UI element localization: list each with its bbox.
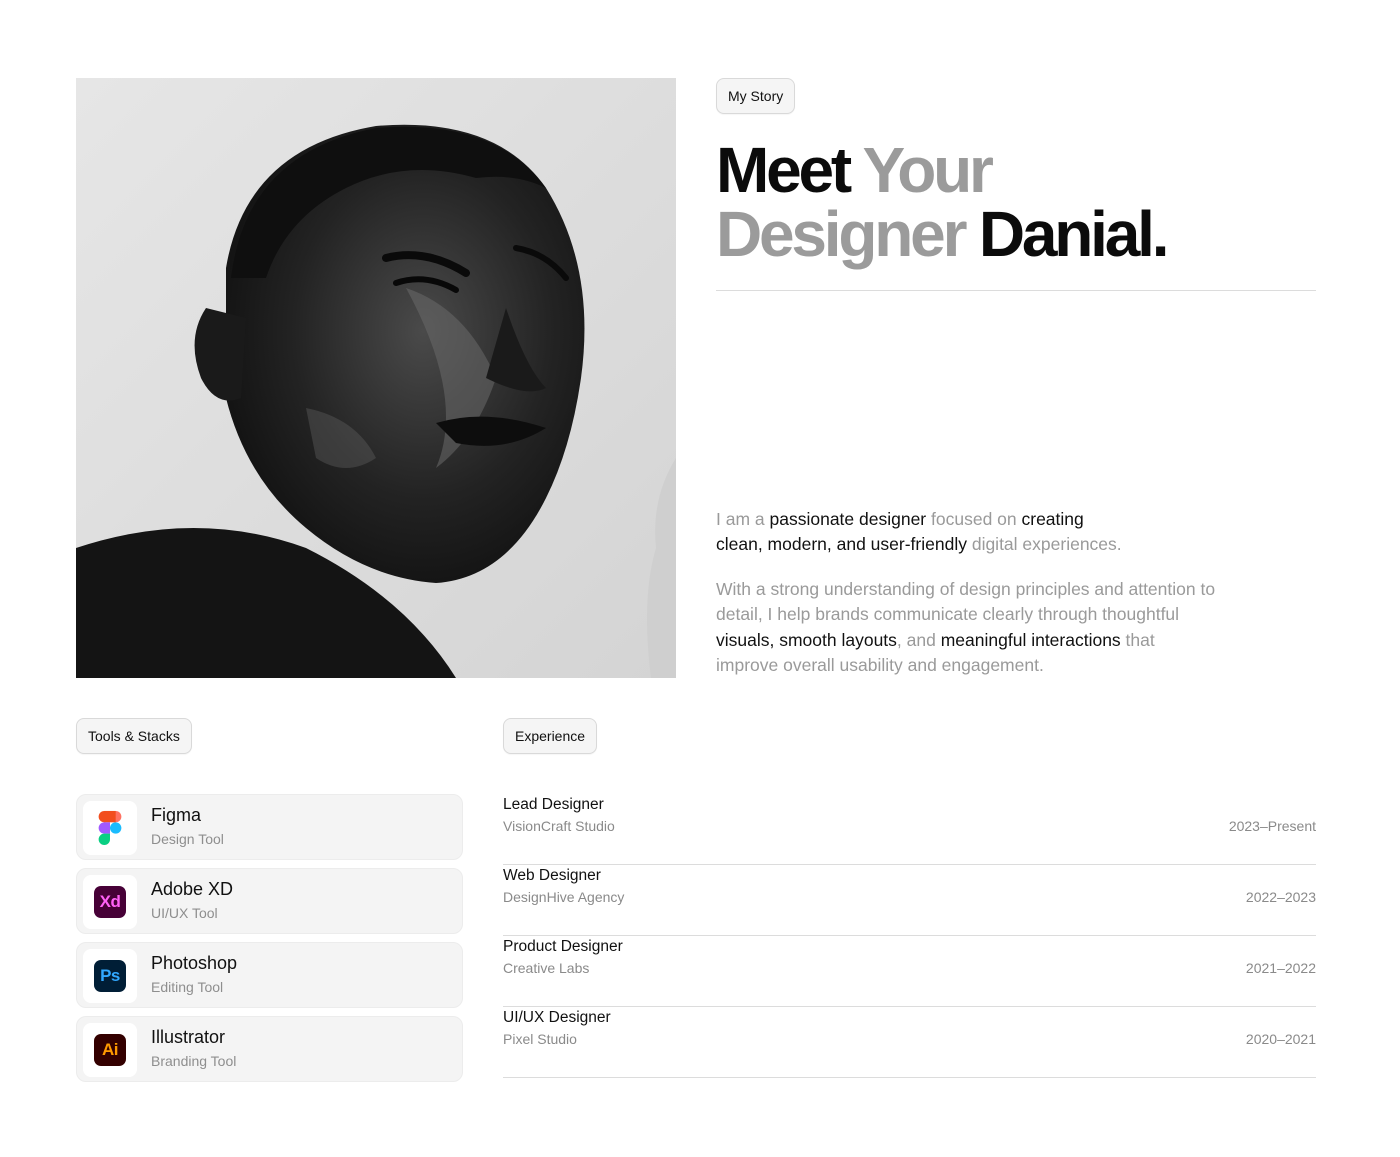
experience-company: DesignHive Agency (503, 889, 625, 905)
experience-years: 2021–2022 (1245, 960, 1316, 976)
intro-paragraph: I am a passionate designer focused on cr… (716, 507, 1166, 558)
tool-name: Adobe XD (151, 879, 234, 899)
detail-highlight: visuals, smooth layouts (716, 629, 897, 650)
tool-name: Figma (151, 805, 202, 825)
experience-years: 2023–Present (1228, 818, 1316, 834)
headline-your: Your (862, 134, 993, 206)
experience-company: Creative Labs (503, 960, 590, 976)
tool-type: UI/UX Tool (151, 905, 218, 921)
tools-stacks-tag: Tools & Stacks (76, 718, 192, 754)
tools-list: Figma Design Tool Xd Adobe XD UI/UX Tool… (76, 794, 463, 1090)
experience-list: Lead Designer VisionCraft Studio 2023–Pr… (503, 794, 1316, 1078)
figma-icon (98, 810, 122, 846)
photoshop-icon: Ps (94, 960, 126, 992)
tool-card-photoshop[interactable]: Ps Photoshop Editing Tool (76, 942, 463, 1008)
intro-text: I am a (716, 509, 770, 529)
headline-name: Danial. (978, 198, 1170, 270)
experience-years: 2022–2023 (1245, 889, 1316, 905)
designer-portrait (76, 78, 676, 678)
illustrator-icon: Ai (94, 1034, 126, 1066)
page-title: Meet Your Designer Danial. (716, 138, 1336, 266)
detail-highlight: meaningful interactions (940, 629, 1121, 650)
intro-highlight: passionate designer (769, 509, 927, 529)
experience-role: UI/UX Designer (503, 1009, 611, 1026)
experience-years: 2020–2021 (1245, 1031, 1316, 1047)
tool-card-adobe-xd[interactable]: Xd Adobe XD UI/UX Tool (76, 868, 463, 934)
tool-type: Editing Tool (151, 979, 224, 995)
icon-container: Ai (83, 1023, 137, 1077)
icon-container: Xd (83, 875, 137, 929)
experience-company: VisionCraft Studio (503, 818, 615, 834)
experience-row: Product Designer Creative Labs 2021–2022 (503, 936, 1316, 1007)
experience-role: Web Designer (503, 867, 601, 884)
headline-meet: Meet (716, 134, 852, 206)
detail-text: , and (896, 629, 941, 650)
intro-text: focused on (926, 509, 1022, 529)
experience-role: Product Designer (503, 938, 623, 955)
detail-text: With a strong understanding of design pr… (716, 579, 1216, 625)
headline-designer: Designer (716, 198, 967, 270)
experience-row: Web Designer DesignHive Agency 2022–2023 (503, 865, 1316, 936)
tool-card-illustrator[interactable]: Ai Illustrator Branding Tool (76, 1016, 463, 1082)
my-story-tag: My Story (716, 78, 796, 114)
intro-highlight: creating (1021, 509, 1084, 529)
icon-container (83, 801, 137, 855)
adobe-xd-icon: Xd (94, 886, 126, 918)
tool-card-figma[interactable]: Figma Design Tool (76, 794, 463, 860)
experience-row: UI/UX Designer Pixel Studio 2020–2021 (503, 1007, 1316, 1078)
icon-container: Ps (83, 949, 137, 1003)
experience-role: Lead Designer (503, 796, 604, 813)
detail-paragraph: With a strong understanding of design pr… (716, 577, 1216, 678)
experience-row: Lead Designer VisionCraft Studio 2023–Pr… (503, 794, 1316, 865)
divider (716, 290, 1316, 291)
intro-text: digital experiences. (966, 534, 1122, 555)
experience-tag: Experience (503, 718, 598, 754)
tool-name: Illustrator (151, 1027, 226, 1047)
tool-name: Photoshop (151, 953, 238, 973)
tool-type: Branding Tool (151, 1053, 237, 1069)
intro-highlight: clean, modern, and user-friendly (716, 534, 967, 555)
tool-type: Design Tool (151, 831, 224, 847)
experience-company: Pixel Studio (503, 1031, 577, 1047)
